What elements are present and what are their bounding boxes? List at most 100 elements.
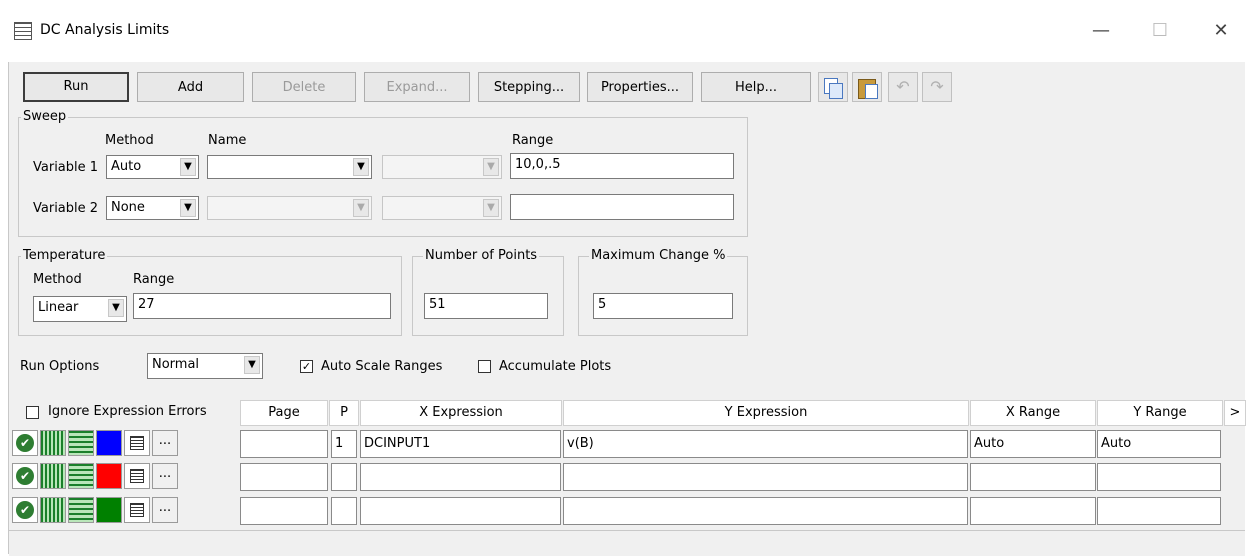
accumulate-label: Accumulate Plots <box>499 359 612 374</box>
chevron-down-icon: ▼ <box>353 158 369 176</box>
y-expression-cell[interactable] <box>563 463 968 491</box>
plot-style-icon[interactable] <box>40 463 66 489</box>
page-cell[interactable] <box>240 463 328 491</box>
x-expression-cell[interactable] <box>360 463 561 491</box>
chevron-down-icon: ▼ <box>180 199 196 217</box>
ignore-errors-checkbox[interactable] <box>26 406 39 419</box>
chevron-down-icon: ▼ <box>180 158 196 176</box>
points-label: Number of Points <box>423 248 540 263</box>
x-range-header[interactable]: X Range <box>970 400 1096 426</box>
temperature-label: Temperature <box>21 248 108 263</box>
sweep-label: Sweep <box>21 109 69 124</box>
page-column-header[interactable]: Page <box>240 400 328 426</box>
line-style-icon[interactable] <box>68 463 94 489</box>
sweep-range-header: Range <box>512 133 554 148</box>
y-range-header[interactable]: Y Range <box>1097 400 1223 426</box>
chevron-down-icon: ▼ <box>244 356 260 374</box>
help-button[interactable]: Help... <box>701 72 811 102</box>
y-expression-cell[interactable] <box>563 497 968 525</box>
stepping-button[interactable]: Stepping... <box>478 72 580 102</box>
table-icon[interactable] <box>124 463 150 489</box>
temperature-range-header: Range <box>133 272 175 287</box>
more-options-button[interactable]: ... <box>152 463 178 489</box>
maxchange-label: Maximum Change % <box>589 248 728 263</box>
window-title: DC Analysis Limits <box>40 22 170 38</box>
auto-scale-label: Auto Scale Ranges <box>321 359 443 374</box>
title-bar: DC Analysis Limits — ☐ ✕ <box>0 0 1246 62</box>
p-cell[interactable]: 1 <box>331 430 357 458</box>
enabled-check-icon[interactable]: ✔ <box>12 463 38 489</box>
copy-icon[interactable] <box>818 72 848 102</box>
temperature-range-field[interactable]: 27 <box>133 293 391 319</box>
maxchange-field[interactable]: 5 <box>593 293 733 319</box>
more-columns-header[interactable]: > <box>1224 400 1246 426</box>
p-cell[interactable] <box>331 463 357 491</box>
y-range-cell[interactable]: Auto <box>1097 430 1221 458</box>
y-expression-header[interactable]: Y Expression <box>563 400 969 426</box>
page-cell[interactable] <box>240 430 328 458</box>
paste-icon[interactable] <box>852 72 882 102</box>
minimize-button[interactable]: — <box>1086 18 1116 44</box>
color-swatch[interactable] <box>96 463 122 489</box>
chevron-down-icon: ▼ <box>108 299 124 317</box>
variable1-method-select[interactable]: Auto ▼ <box>106 155 199 179</box>
plot-style-icon[interactable] <box>40 430 66 456</box>
variable1-label: Variable 1 <box>33 160 99 175</box>
sweep-method-header: Method <box>105 133 154 148</box>
variable2-range-field[interactable] <box>510 194 734 220</box>
x-range-cell[interactable] <box>970 463 1096 491</box>
chevron-down-icon: ▼ <box>483 199 499 217</box>
variable2-name-select[interactable]: ▼ <box>207 196 372 220</box>
variable2-sub-select[interactable]: ▼ <box>382 196 502 220</box>
variable2-method-select[interactable]: None ▼ <box>106 196 199 220</box>
run-options-select[interactable]: Normal ▼ <box>147 353 263 379</box>
temperature-method-header: Method <box>33 272 82 287</box>
status-bar <box>9 530 1245 556</box>
delete-button[interactable]: Delete <box>252 72 356 102</box>
add-button[interactable]: Add <box>137 72 244 102</box>
run-button[interactable]: Run <box>23 72 129 102</box>
temperature-method-select[interactable]: Linear ▼ <box>33 296 127 322</box>
x-expression-cell[interactable] <box>360 497 561 525</box>
chevron-down-icon: ▼ <box>353 199 369 217</box>
run-options-label: Run Options <box>20 359 100 374</box>
x-expression-header[interactable]: X Expression <box>360 400 562 426</box>
p-column-header[interactable]: P <box>329 400 359 426</box>
enabled-check-icon[interactable]: ✔ <box>12 497 38 523</box>
y-range-cell[interactable] <box>1097 463 1221 491</box>
table-icon[interactable] <box>124 497 150 523</box>
x-range-cell[interactable]: Auto <box>970 430 1096 458</box>
line-style-icon[interactable] <box>68 430 94 456</box>
variable1-name-select[interactable]: ▼ <box>207 155 372 179</box>
sweep-name-header: Name <box>208 133 247 148</box>
variable2-label: Variable 2 <box>33 201 99 216</box>
undo-icon[interactable]: ↶ <box>888 72 918 102</box>
y-range-cell[interactable] <box>1097 497 1221 525</box>
color-swatch[interactable] <box>96 497 122 523</box>
close-button[interactable]: ✕ <box>1206 18 1236 44</box>
variable1-sub-select[interactable]: ▼ <box>382 155 502 179</box>
more-options-button[interactable]: ... <box>152 430 178 456</box>
redo-icon[interactable]: ↷ <box>922 72 952 102</box>
enabled-check-icon[interactable]: ✔ <box>12 430 38 456</box>
chevron-down-icon: ▼ <box>483 158 499 176</box>
more-options-button[interactable]: ... <box>152 497 178 523</box>
table-icon[interactable] <box>124 430 150 456</box>
color-swatch[interactable] <box>96 430 122 456</box>
x-expression-cell[interactable]: DCINPUT1 <box>360 430 561 458</box>
x-range-cell[interactable] <box>970 497 1096 525</box>
plot-style-icon[interactable] <box>40 497 66 523</box>
maximize-button[interactable]: ☐ <box>1145 18 1175 44</box>
variable1-range-field[interactable]: 10,0,.5 <box>510 153 734 179</box>
page-cell[interactable] <box>240 497 328 525</box>
auto-scale-checkbox[interactable]: ✓ <box>300 360 313 373</box>
y-expression-cell[interactable]: v(B) <box>563 430 968 458</box>
properties-button[interactable]: Properties... <box>587 72 693 102</box>
app-icon <box>14 22 32 40</box>
line-style-icon[interactable] <box>68 497 94 523</box>
expand-button[interactable]: Expand... <box>364 72 470 102</box>
ignore-errors-label: Ignore Expression Errors <box>48 404 207 419</box>
accumulate-checkbox[interactable] <box>478 360 491 373</box>
p-cell[interactable] <box>331 497 357 525</box>
points-field[interactable]: 51 <box>424 293 548 319</box>
